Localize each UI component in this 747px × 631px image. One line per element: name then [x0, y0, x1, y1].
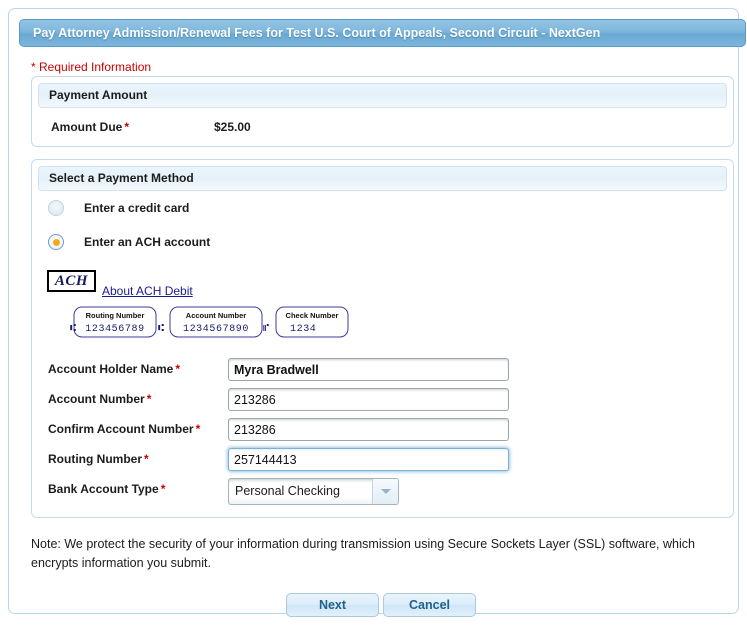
payment-method-header: Select a Payment Method	[38, 166, 727, 191]
payment-page: Pay Attorney Admission/Renewal Fees for …	[0, 0, 747, 631]
account-number-caption: Account Number	[186, 311, 247, 320]
confirm-account-number-label-text: Confirm Account Number	[48, 422, 194, 436]
required-asterisk: *	[147, 392, 152, 406]
confirm-account-number-label: Confirm Account Number*	[48, 422, 200, 436]
required-asterisk: *	[124, 120, 129, 134]
account-holder-name-label: Account Holder Name*	[48, 362, 180, 376]
radio-credit-card-icon[interactable]	[48, 200, 64, 216]
radio-ach-account-label[interactable]: Enter an ACH account	[84, 235, 210, 249]
routing-number-label-text: Routing Number	[48, 452, 142, 466]
radio-credit-card-label[interactable]: Enter a credit card	[84, 201, 189, 215]
amount-due-value: $25.00	[214, 120, 251, 134]
micr-symbol-left: ⑆	[70, 324, 76, 335]
micr-symbol-mid: ⑆	[158, 324, 164, 335]
routing-number-label: Routing Number*	[48, 452, 149, 466]
payment-method-section: Select a Payment Method Enter a credit c…	[31, 159, 734, 518]
account-number-input[interactable]	[228, 388, 509, 411]
required-asterisk: *	[161, 482, 166, 496]
required-information-note: * Required Information	[31, 60, 151, 74]
routing-number-input[interactable]	[228, 448, 509, 471]
account-number-digits: 1234567890	[183, 324, 249, 335]
confirm-account-number-input[interactable]	[228, 418, 509, 441]
ach-logo: ACH	[47, 270, 96, 292]
account-holder-name-input[interactable]	[228, 358, 509, 381]
bank-account-type-selected-value: Personal Checking	[235, 484, 340, 498]
next-button[interactable]: Next	[286, 593, 379, 617]
security-note: Note: We protect the security of your in…	[31, 535, 731, 573]
cancel-button[interactable]: Cancel	[383, 593, 476, 617]
amount-due-label-text: Amount Due	[51, 120, 122, 134]
amount-due-label: Amount Due*	[51, 120, 129, 134]
payment-amount-section: Payment Amount Amount Due* $25.00	[31, 76, 734, 147]
bank-account-type-select[interactable]: Personal Checking	[228, 478, 399, 505]
account-number-label: Account Number*	[48, 392, 151, 406]
radio-ach-account-icon-selected[interactable]	[48, 234, 64, 250]
chevron-down-icon[interactable]	[372, 479, 398, 504]
outer-panel: Pay Attorney Admission/Renewal Fees for …	[8, 8, 739, 614]
bank-account-type-label-text: Bank Account Type	[48, 482, 159, 496]
micr-symbol-right: ⑈	[263, 324, 269, 335]
account-number-label-text: Account Number	[48, 392, 145, 406]
required-asterisk: *	[175, 362, 180, 376]
routing-number-caption: Routing Number	[86, 311, 145, 320]
account-holder-name-label-text: Account Holder Name	[48, 362, 173, 376]
check-routing-diagram: Routing Number 123456789 ⑆ ⑆ Account Num…	[62, 306, 362, 342]
required-asterisk: *	[144, 452, 149, 466]
check-number-digits: 1234	[290, 324, 316, 335]
about-ach-debit-link[interactable]: About ACH Debit	[102, 284, 193, 298]
required-asterisk: *	[196, 422, 201, 436]
payment-amount-header: Payment Amount	[38, 83, 727, 108]
bank-account-type-label: Bank Account Type*	[48, 482, 165, 496]
check-number-caption: Check Number	[286, 311, 339, 320]
routing-number-digits: 123456789	[85, 324, 144, 335]
page-title: Pay Attorney Admission/Renewal Fees for …	[19, 19, 746, 47]
